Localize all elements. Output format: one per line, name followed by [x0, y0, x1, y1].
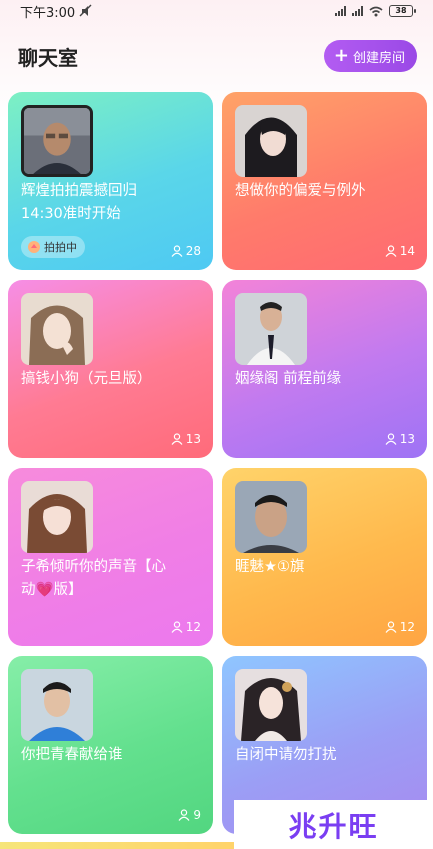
status-time: 下午3:00	[20, 5, 76, 21]
avatar-image	[21, 481, 93, 553]
room-title: 自闭中请勿打扰	[235, 747, 337, 763]
member-count: 9	[178, 808, 201, 822]
room-grid: 辉煌拍拍震撼回归 14:30准时开始 拍拍中 28 想做你的偏爱与例外 14 搞…	[8, 92, 427, 834]
room-avatar	[235, 669, 307, 741]
create-room-label: 创建房间	[352, 50, 405, 66]
live-badge: 拍拍中	[21, 236, 85, 258]
user-icon	[385, 433, 397, 445]
room-avatar	[21, 293, 93, 365]
member-count-value: 13	[185, 432, 201, 446]
create-room-button[interactable]: + 创建房间	[323, 40, 417, 72]
battery-icon: 38	[389, 5, 416, 17]
room-card[interactable]: 搞钱小狗（元旦版） 13	[8, 280, 213, 458]
room-title: 子希倾听你的声音【心 动💗版】	[21, 559, 166, 598]
member-count: 12	[171, 620, 201, 634]
page-title: 聊天室	[18, 46, 78, 70]
user-icon	[171, 245, 183, 257]
wifi-icon	[369, 6, 383, 16]
avatar-image	[24, 108, 90, 174]
room-card[interactable]: 你把青春献给谁 9	[8, 656, 213, 834]
user-icon	[178, 809, 190, 821]
member-count: 13	[171, 432, 201, 446]
room-avatar	[235, 481, 307, 553]
signal-icon-2	[352, 6, 363, 16]
room-avatar	[21, 669, 93, 741]
room-card[interactable]: 辉煌拍拍震撼回归 14:30准时开始 拍拍中 28	[8, 92, 213, 270]
user-icon	[385, 245, 397, 257]
avatar-image	[21, 669, 93, 741]
member-count-value: 13	[399, 432, 415, 446]
live-badge-icon	[28, 241, 40, 253]
room-avatar	[235, 105, 307, 177]
room-title: 你把青春献给谁	[21, 747, 123, 763]
room-title: 想做你的偏爱与例外	[235, 183, 366, 199]
avatar-image	[235, 669, 307, 741]
room-card[interactable]: 睚魅★①旗 12	[222, 468, 427, 646]
next-row-peek	[0, 842, 234, 849]
room-card[interactable]: 姻缘阁 前程前缘 13	[222, 280, 427, 458]
status-bar: 下午3:00 38	[0, 0, 433, 22]
plus-icon: +	[333, 45, 349, 66]
avatar-image	[235, 293, 307, 365]
live-badge-label: 拍拍中	[44, 241, 77, 254]
member-count-value: 12	[185, 620, 201, 634]
member-count-value: 9	[193, 808, 201, 822]
room-card[interactable]: 子希倾听你的声音【心 动💗版】 12	[8, 468, 213, 646]
room-avatar	[21, 481, 93, 553]
avatar-image	[21, 293, 93, 365]
member-count: 14	[385, 244, 415, 258]
room-avatar	[21, 105, 93, 177]
room-title: 睚魅★①旗	[235, 559, 305, 575]
room-card[interactable]: 想做你的偏爱与例外 14	[222, 92, 427, 270]
watermark-logo: 兆升旺	[234, 800, 433, 849]
page-header: 聊天室 + 创建房间	[0, 36, 433, 76]
avatar-image	[235, 481, 307, 553]
member-count-value: 14	[399, 244, 415, 258]
member-count: 28	[171, 244, 201, 258]
mute-icon	[79, 4, 92, 17]
room-title: 搞钱小狗（元旦版）	[21, 371, 152, 387]
room-title: 辉煌拍拍震撼回归 14:30准时开始	[21, 183, 137, 222]
member-count: 12	[385, 620, 415, 634]
room-avatar	[235, 293, 307, 365]
room-title: 姻缘阁 前程前缘	[235, 371, 342, 387]
member-count: 13	[385, 432, 415, 446]
member-count-value: 12	[399, 620, 415, 634]
member-count-value: 28	[185, 244, 201, 258]
avatar-image	[235, 105, 307, 177]
user-icon	[171, 433, 183, 445]
user-icon	[171, 621, 183, 633]
user-icon	[385, 621, 397, 633]
battery-level: 38	[395, 6, 407, 15]
signal-icon	[335, 6, 346, 16]
